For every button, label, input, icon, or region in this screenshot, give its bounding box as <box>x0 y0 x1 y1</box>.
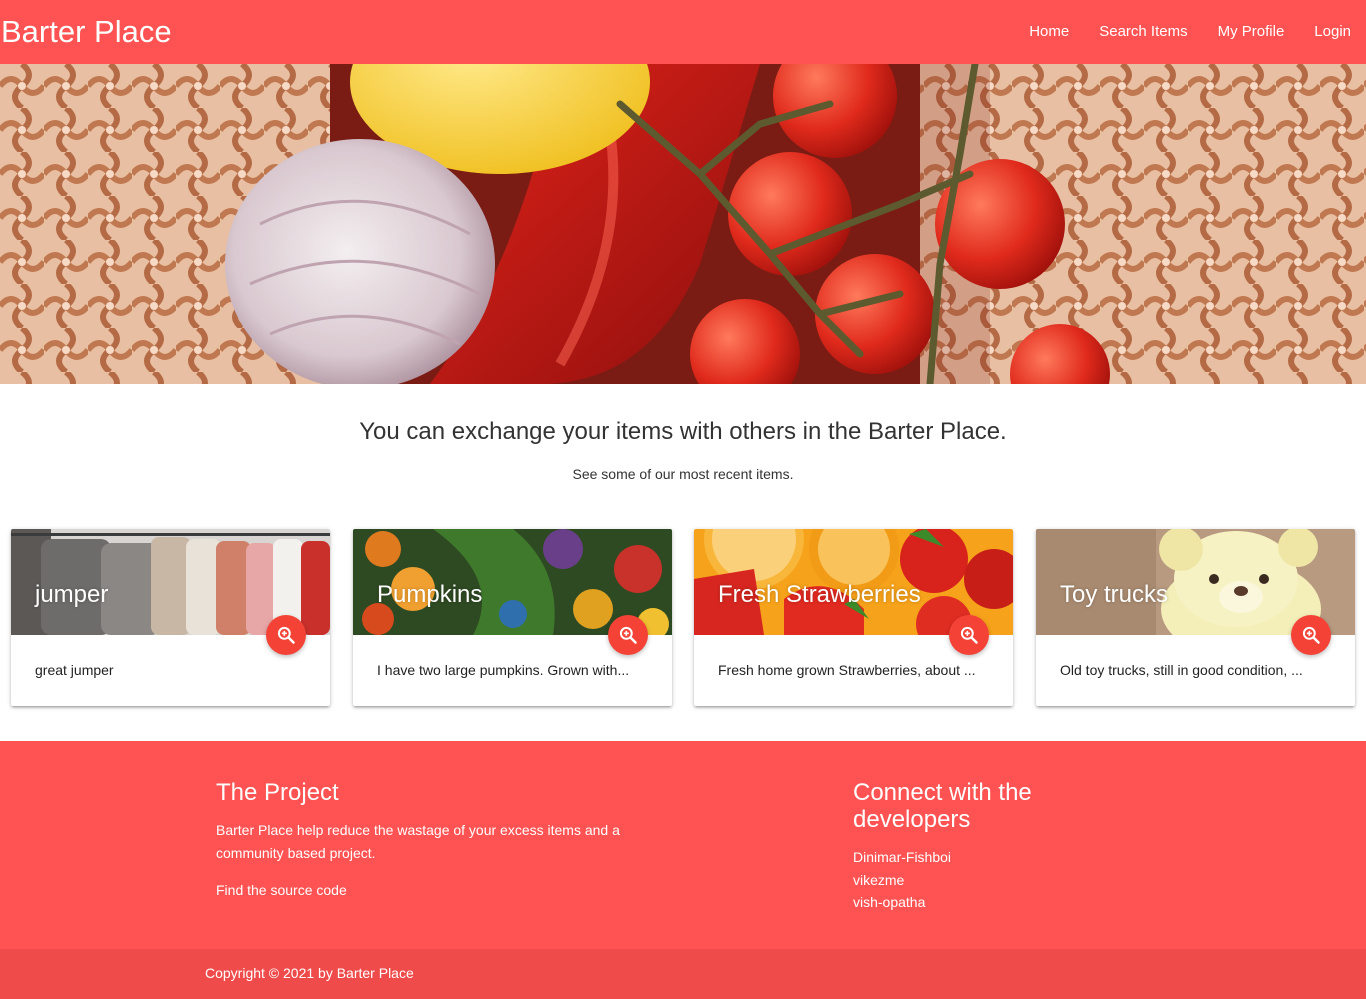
developer-link-vikezme[interactable]: vikezme <box>853 869 904 891</box>
developer-link-vish-opatha[interactable]: vish-opatha <box>853 891 925 913</box>
zoom-in-icon <box>960 626 978 644</box>
view-item-button[interactable] <box>266 615 306 655</box>
developer-link-dinimar-fishboi[interactable]: Dinimar-Fishboi <box>853 846 951 868</box>
page-footer: The Project Barter Place help reduce the… <box>0 741 1366 949</box>
item-card-jumper: jumper great jumper <box>11 529 330 706</box>
intro-heading: You can exchange your items with others … <box>359 418 1007 445</box>
nav-home-link[interactable]: Home <box>1014 0 1084 64</box>
view-item-button[interactable] <box>949 615 989 655</box>
card-description: great jumper <box>35 662 114 678</box>
card-title: Toy trucks <box>1060 581 1169 608</box>
nav-login-link[interactable]: Login <box>1299 0 1366 64</box>
nav-my-profile-link[interactable]: My Profile <box>1203 0 1300 64</box>
card-title: Pumpkins <box>377 581 483 608</box>
copyright-text: Copyright © 2021 by Barter Place <box>205 965 414 981</box>
card-description: Fresh home grown Strawberries, about ... <box>718 662 976 678</box>
zoom-in-icon <box>277 626 295 644</box>
nav-links: Home Search Items My Profile Login <box>1014 0 1366 64</box>
card-title: jumper <box>35 581 109 608</box>
hero-image <box>0 64 1366 384</box>
view-item-button[interactable] <box>1291 615 1331 655</box>
connect-heading: Connect with the developers <box>853 779 1032 833</box>
nav-search-items-link[interactable]: Search Items <box>1084 0 1202 64</box>
view-item-button[interactable] <box>608 615 648 655</box>
copyright-bar: Copyright © 2021 by Barter Place <box>0 949 1366 999</box>
zoom-in-icon <box>1302 626 1320 644</box>
zoom-in-icon <box>619 626 637 644</box>
brand-logo[interactable]: Barter Place <box>1 14 172 50</box>
card-description: I have two large pumpkins. Grown with... <box>377 662 630 678</box>
item-card-fresh-strawberries: Fresh Strawberries Fresh home grown Stra… <box>694 529 1013 706</box>
project-heading: The Project <box>216 779 339 806</box>
project-description: Barter Place help reduce the wastage of … <box>216 822 620 861</box>
item-card-toy-trucks: Toy trucks Old toy trucks, still in good… <box>1036 529 1355 706</box>
card-title: Fresh Strawberries <box>718 581 921 608</box>
source-code-link[interactable]: Find the source code <box>216 879 347 901</box>
intro-subtitle: See some of our most recent items. <box>572 466 794 482</box>
top-navbar: Barter Place Home Search Items My Profil… <box>0 0 1366 64</box>
card-description: Old toy trucks, still in good condition,… <box>1060 662 1303 678</box>
item-card-pumpkins: Pumpkins I have two large pumpkins. Grow… <box>353 529 672 706</box>
